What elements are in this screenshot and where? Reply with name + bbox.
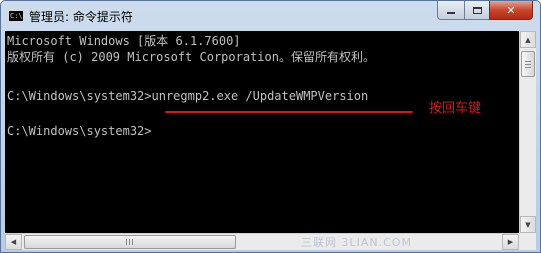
maximize-button[interactable] <box>464 1 489 20</box>
scroll-up-button[interactable]: ▲ <box>520 31 536 48</box>
horizontal-scroll-thumb[interactable] <box>24 235 236 249</box>
vertical-scroll-thumb[interactable] <box>521 51 535 77</box>
arrow-right-icon: ▶ <box>507 238 514 246</box>
grip-icon <box>525 60 531 68</box>
scroll-down-button[interactable]: ▼ <box>520 216 536 233</box>
close-button[interactable]: ✕ <box>489 1 533 20</box>
console-command-line: C:\Windows\system32>unregmp2.exe /Update… <box>7 89 369 103</box>
scroll-left-button[interactable]: ◀ <box>5 234 22 250</box>
minimize-button[interactable] <box>437 1 464 20</box>
console-output[interactable]: Microsoft Windows [版本 6.1.7600] 版权所有 (c)… <box>5 31 519 233</box>
maximize-icon <box>472 6 482 14</box>
horizontal-scrollbar[interactable]: ◀ ▶ <box>5 233 519 250</box>
minimize-icon <box>447 12 455 14</box>
press-enter-annotation: 按回车键 <box>429 101 482 116</box>
watermark: 三联网 3LIAN.COM <box>301 236 412 249</box>
cmd-app-icon[interactable]: C:\ <box>8 10 24 22</box>
resize-corner[interactable] <box>519 233 536 250</box>
cmd-window: C:\ 管理员: 命令提示符 ✕ Microsoft Windows [版本 6… <box>0 0 541 253</box>
arrow-down-icon: ▼ <box>525 220 531 229</box>
red-underline-annotation <box>165 111 413 113</box>
console-line: 版权所有 (c) 2009 Microsoft Corporation。保留所有… <box>7 50 375 64</box>
arrow-up-icon: ▲ <box>525 35 531 44</box>
console-prompt-line: C:\Windows\system32> <box>7 124 152 138</box>
close-icon: ✕ <box>506 3 516 17</box>
title-bar[interactable]: C:\ 管理员: 命令提示符 ✕ <box>1 1 540 31</box>
vertical-scrollbar[interactable]: ▲ ▼ <box>519 31 536 233</box>
grip-icon <box>126 239 134 245</box>
console-line: Microsoft Windows [版本 6.1.7600] <box>7 34 241 48</box>
scroll-right-button[interactable]: ▶ <box>502 234 519 250</box>
arrow-left-icon: ◀ <box>10 238 17 246</box>
caption-buttons: ✕ <box>437 1 533 20</box>
window-title: 管理员: 命令提示符 <box>29 10 133 24</box>
